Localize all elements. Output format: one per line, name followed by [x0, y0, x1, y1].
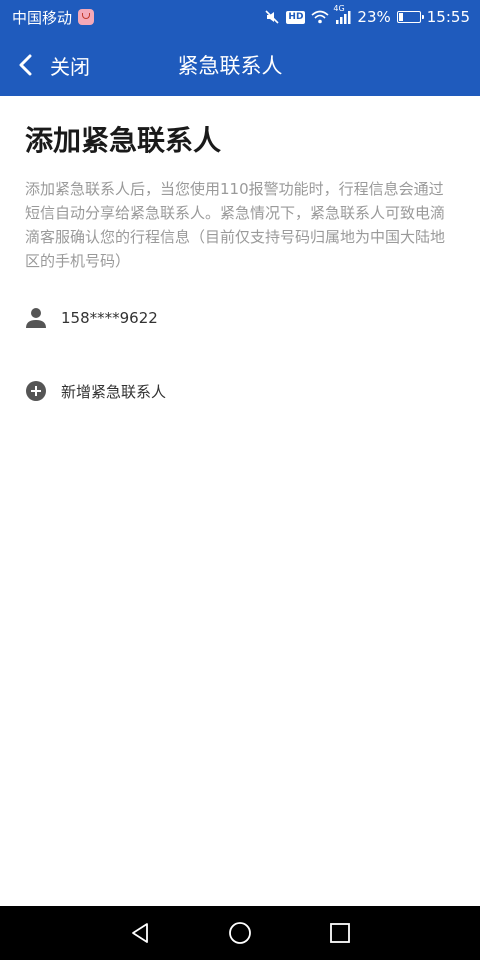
battery-fill — [398, 13, 404, 21]
status-right: HD 4G 23% 15:55 — [264, 4, 470, 26]
app-notification-icon — [78, 9, 95, 25]
person-icon — [26, 308, 46, 328]
add-contact-label: 新增紧急联系人 — [61, 382, 167, 401]
square-recents-icon — [330, 923, 350, 943]
status-bar: 中国移动 HD 4G 23% 15:55 — [0, 0, 480, 34]
nav-recents-button[interactable] — [320, 913, 360, 953]
wifi-icon — [311, 10, 329, 24]
chevron-left-icon — [19, 54, 32, 76]
nav-back-button[interactable] — [120, 913, 160, 953]
signal-icon: 4G — [333, 4, 351, 24]
nav-home-button[interactable] — [220, 913, 260, 953]
circle-home-icon — [229, 922, 251, 944]
mute-icon — [265, 10, 279, 24]
battery-icon — [396, 11, 424, 23]
hd-icon: HD — [286, 10, 306, 24]
network-type: 4G — [333, 4, 345, 13]
add-contact-button[interactable]: 新增紧急联系人 — [25, 373, 455, 409]
app-bar: 紧急联系人 关闭 — [0, 34, 480, 96]
clock: 15:55 — [426, 8, 470, 26]
main-content: 添加紧急联系人 添加紧急联系人后，当您使用110报警功能时，行程信息会通过短信自… — [25, 96, 455, 273]
system-nav-bar — [0, 906, 480, 960]
page-title: 添加紧急联系人 — [25, 124, 222, 157]
plus-circle-icon — [26, 381, 46, 401]
contact-item[interactable]: 158****9622 — [25, 300, 455, 336]
battery-percent: 23% — [357, 8, 391, 26]
carrier-name: 中国移动 — [12, 8, 73, 27]
close-button[interactable]: 关闭 — [18, 34, 118, 96]
triangle-back-icon — [132, 923, 148, 943]
description-text: 添加紧急联系人后，当您使用110报警功能时，行程信息会通过短信自动分享给紧急联系… — [25, 180, 446, 270]
status-left: 中国移动 — [12, 7, 95, 28]
contact-phone: 158****9622 — [61, 309, 158, 327]
close-label: 关闭 — [50, 54, 90, 79]
